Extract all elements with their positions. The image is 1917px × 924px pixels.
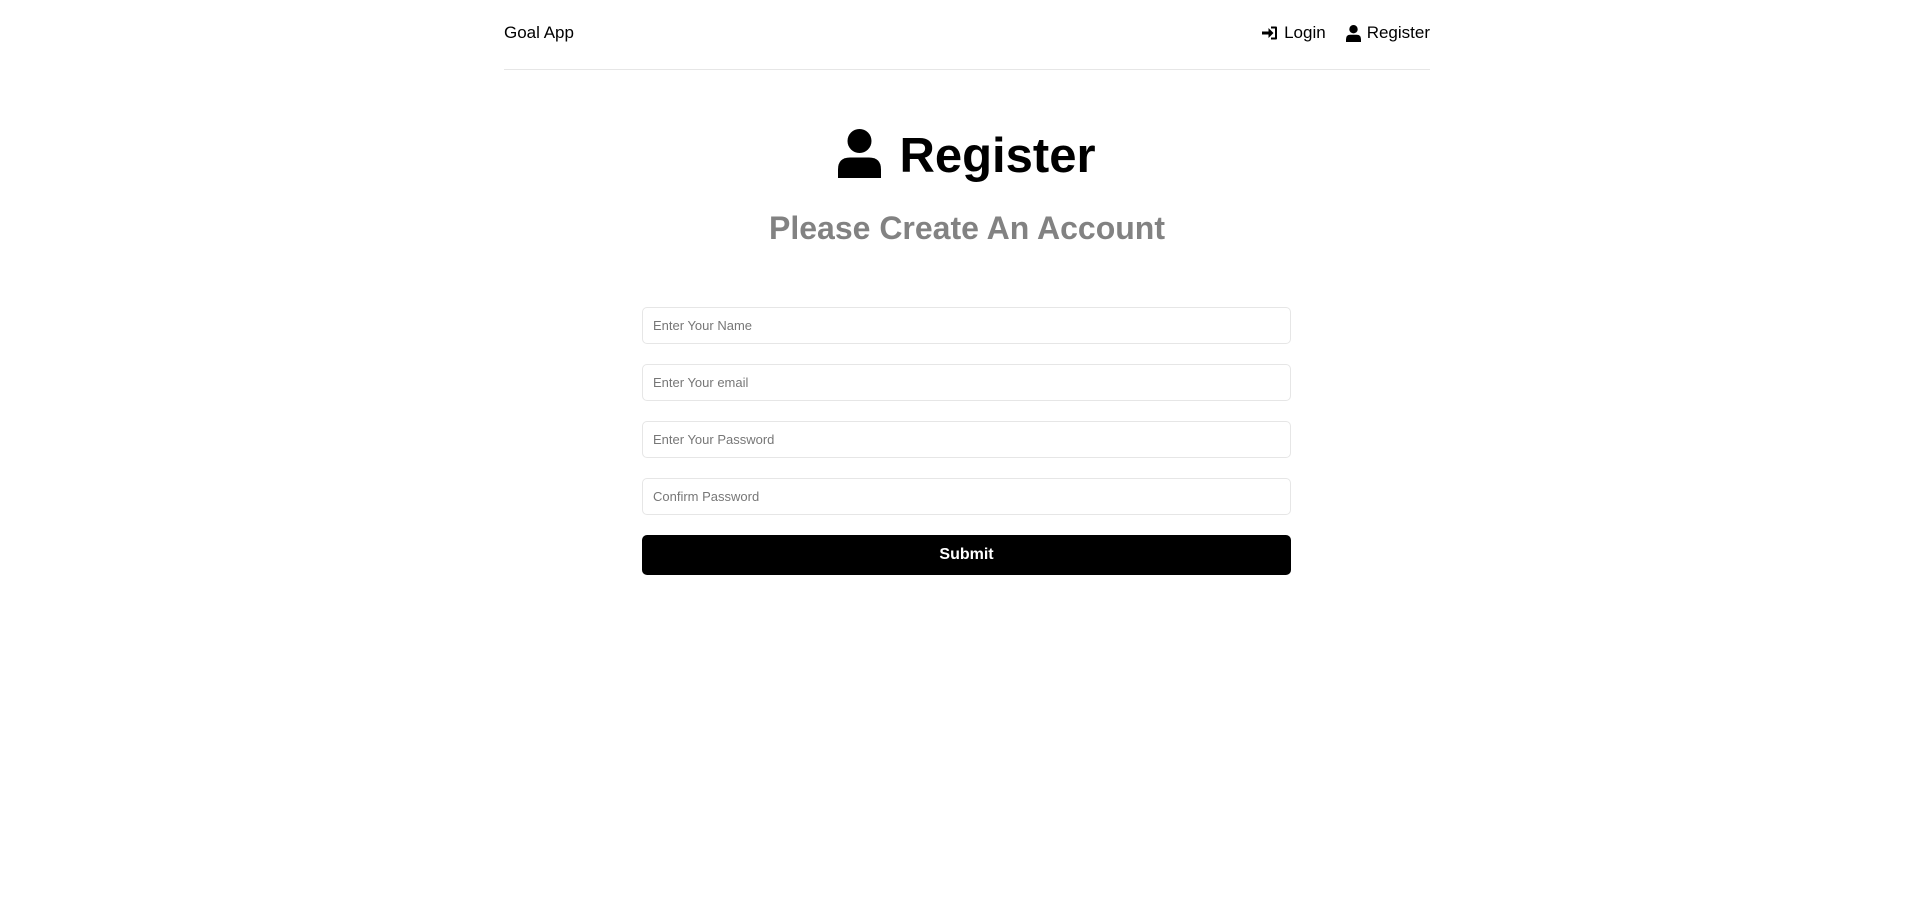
user-icon bbox=[838, 129, 882, 183]
register-link[interactable]: Register bbox=[1345, 22, 1430, 44]
register-form: Submit bbox=[642, 307, 1291, 575]
sign-in-icon bbox=[1262, 25, 1278, 41]
page-subtitle: Please Create An Account bbox=[769, 210, 1165, 246]
register-label: Register bbox=[1366, 23, 1430, 42]
user-icon bbox=[1345, 24, 1361, 42]
login-link[interactable]: Login bbox=[1262, 22, 1326, 44]
confirm-password-input[interactable] bbox=[642, 478, 1291, 515]
submit-button[interactable]: Submit bbox=[642, 535, 1291, 575]
page-heading: Register bbox=[0, 126, 1917, 186]
password-input[interactable] bbox=[642, 421, 1291, 458]
nav-menu: Login Register bbox=[1262, 22, 1430, 44]
email-input[interactable] bbox=[642, 364, 1291, 401]
brand-link[interactable]: Goal App bbox=[504, 22, 574, 44]
name-input[interactable] bbox=[642, 307, 1291, 344]
login-label: Login bbox=[1284, 23, 1326, 42]
page-title: Register bbox=[899, 129, 1096, 183]
header: Goal App Login Register bbox=[504, 0, 1430, 70]
